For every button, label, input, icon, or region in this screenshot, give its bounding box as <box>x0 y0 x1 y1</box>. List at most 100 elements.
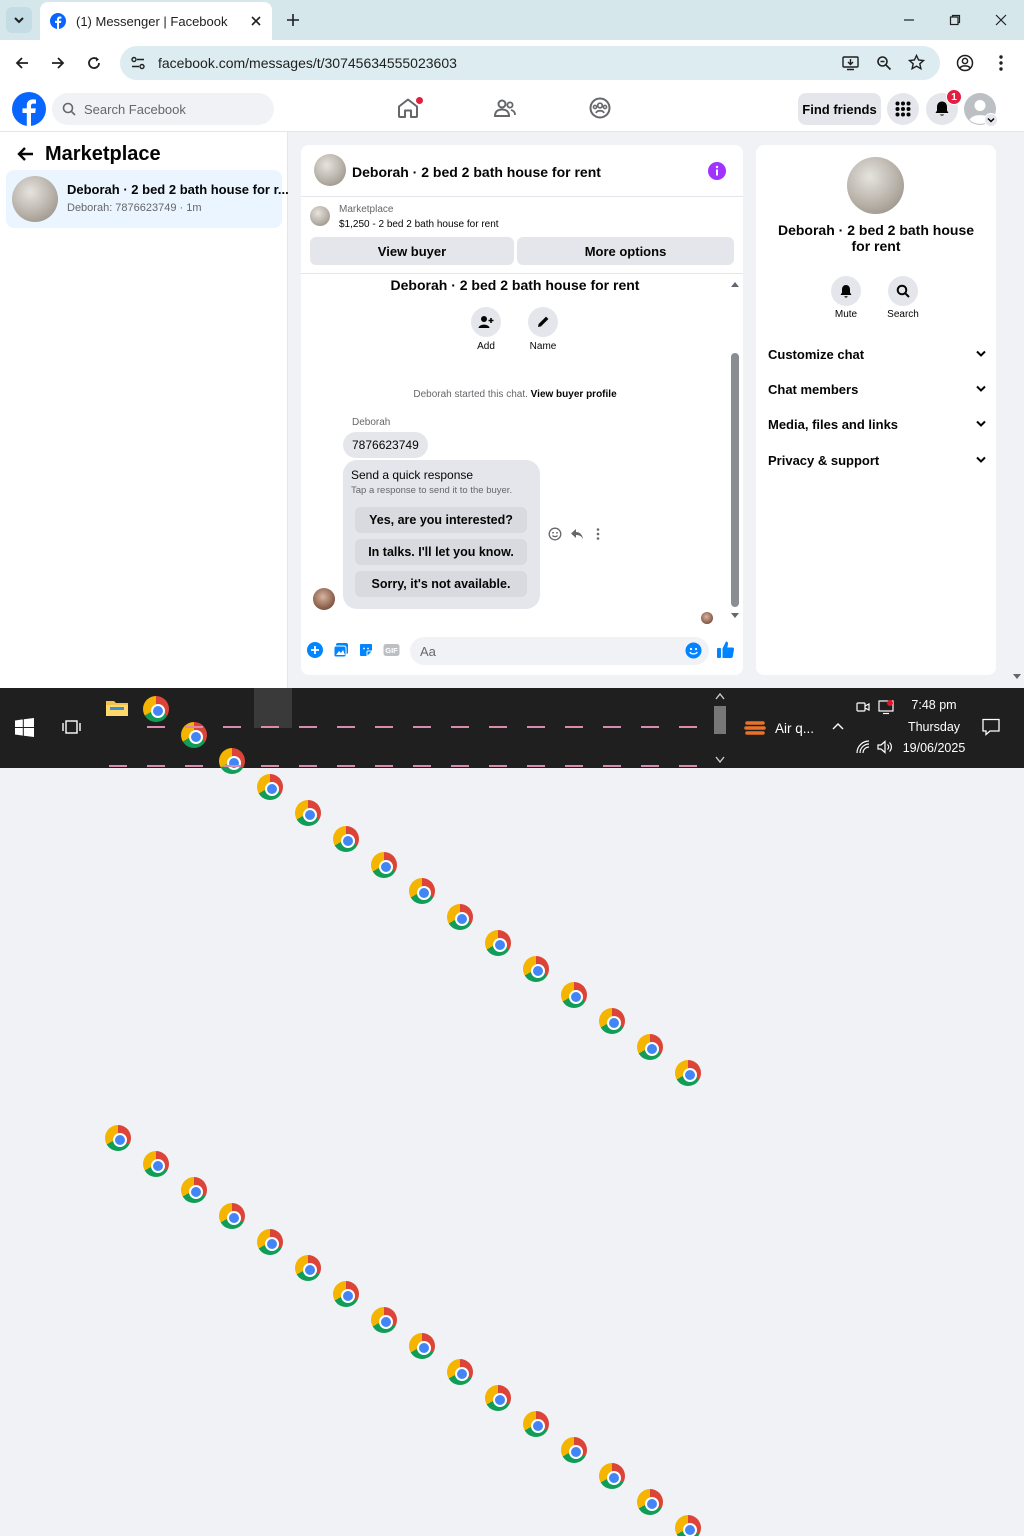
close-window-button[interactable] <box>978 0 1024 40</box>
more-options-button[interactable]: More options <box>517 237 734 265</box>
forward-button[interactable] <box>44 49 72 77</box>
minimize-button[interactable] <box>886 0 932 40</box>
chrome-window-icon[interactable] <box>637 1489 663 1515</box>
chrome-window-icon[interactable] <box>485 930 511 956</box>
react-emoji-icon[interactable] <box>548 527 562 541</box>
chrome-window-icon[interactable] <box>523 956 549 982</box>
chrome-window-icon[interactable] <box>371 852 397 878</box>
reload-button[interactable] <box>80 49 108 77</box>
taskbar-scroll-up-icon[interactable] <box>715 692 725 700</box>
section-customize-chat[interactable]: Customize chat <box>768 342 986 366</box>
chat-header-thumbnail[interactable] <box>314 154 346 186</box>
sticker-icon[interactable] <box>358 642 374 658</box>
gallery-icon[interactable] <box>333 642 349 658</box>
quick-response-option[interactable]: Yes, are you interested? <box>355 507 527 533</box>
chrome-window-icon[interactable] <box>561 982 587 1008</box>
chrome-window-icon[interactable] <box>409 1333 435 1359</box>
name-chat-button[interactable] <box>528 307 558 337</box>
plus-circle-icon[interactable] <box>307 642 323 658</box>
nav-home[interactable] <box>396 96 423 122</box>
back-arrow-icon[interactable] <box>16 146 34 162</box>
chrome-window-icon[interactable] <box>637 1034 663 1060</box>
chrome-window-icon[interactable] <box>447 1359 473 1385</box>
view-buyer-button[interactable]: View buyer <box>310 237 514 265</box>
chrome-window-icon[interactable] <box>333 826 359 852</box>
address-bar[interactable]: facebook.com/messages/t/3074563455502360… <box>120 46 940 80</box>
weather-text[interactable]: Air q... <box>775 721 814 736</box>
network-icon[interactable] <box>856 740 870 754</box>
back-button[interactable] <box>8 49 36 77</box>
chrome-window-icon[interactable] <box>409 878 435 904</box>
restore-button[interactable] <box>932 0 978 40</box>
bookmark-star-icon[interactable] <box>908 54 925 71</box>
conversation-item[interactable]: Deborah · 2 bed 2 bath house for r... De… <box>6 170 289 228</box>
section-media-files-links[interactable]: Media, files and links <box>768 412 986 436</box>
chrome-window-icon[interactable] <box>523 1411 549 1437</box>
message-bubble[interactable]: 7876623749 <box>343 432 428 458</box>
scroll-up-icon[interactable] <box>730 280 740 288</box>
section-privacy-support[interactable]: Privacy & support <box>768 448 986 472</box>
emoji-icon[interactable] <box>685 642 702 659</box>
chrome-window-icon[interactable] <box>599 1008 625 1034</box>
camera-icon[interactable] <box>856 700 870 714</box>
facebook-logo-icon[interactable] <box>12 92 46 126</box>
account-button[interactable] <box>964 93 998 127</box>
find-friends-button[interactable]: Find friends <box>798 93 881 125</box>
site-settings-icon[interactable] <box>130 55 146 71</box>
chrome-window-icon[interactable] <box>143 1151 169 1177</box>
chrome-window-icon[interactable] <box>219 1203 245 1229</box>
search-in-chat-button[interactable] <box>888 276 918 306</box>
screen-share-icon[interactable] <box>878 699 894 715</box>
nav-friends[interactable] <box>492 96 518 122</box>
message-input[interactable]: Aa <box>410 637 709 665</box>
add-people-button[interactable] <box>471 307 501 337</box>
chat-scrollbar-thumb[interactable] <box>731 353 739 607</box>
facebook-search-input[interactable]: Search Facebook <box>52 93 274 125</box>
sender-avatar[interactable] <box>313 588 335 610</box>
chrome-window-icon[interactable] <box>333 1281 359 1307</box>
windows-start-icon[interactable] <box>15 718 34 737</box>
chat-header-title[interactable]: Deborah · 2 bed 2 bath house for rent <box>352 164 601 180</box>
chrome-window-icon[interactable] <box>485 1385 511 1411</box>
air-quality-icon[interactable] <box>744 717 766 739</box>
chrome-window-icon[interactable] <box>295 1255 321 1281</box>
quick-response-option[interactable]: Sorry, it's not available. <box>355 571 527 597</box>
profile-icon[interactable] <box>956 54 974 72</box>
clock-time[interactable]: 7:48 pm <box>904 698 964 712</box>
chrome-window-icon[interactable] <box>675 1515 701 1536</box>
tab-search-button[interactable] <box>6 7 32 33</box>
chrome-window-icon[interactable] <box>371 1307 397 1333</box>
chrome-window-icon[interactable] <box>257 1229 283 1255</box>
chrome-window-icon[interactable] <box>219 748 245 774</box>
mute-button[interactable] <box>831 276 861 306</box>
chrome-window-icon[interactable] <box>181 1177 207 1203</box>
clock-day[interactable]: Thursday <box>904 720 964 734</box>
info-icon[interactable] <box>708 162 726 180</box>
new-tab-button[interactable] <box>282 9 304 31</box>
volume-icon[interactable] <box>877 740 893 754</box>
thumbs-up-icon[interactable] <box>716 640 735 659</box>
clock-date[interactable]: 19/06/2025 <box>900 741 968 755</box>
chrome-window-icon[interactable] <box>447 904 473 930</box>
chrome-window-icon[interactable] <box>561 1437 587 1463</box>
page-scroll-down-icon[interactable] <box>1012 673 1022 681</box>
menu-button[interactable] <box>887 93 919 125</box>
quick-response-option[interactable]: In talks. I'll let you know. <box>355 539 527 565</box>
chrome-window-icon[interactable] <box>105 1125 131 1151</box>
view-buyer-profile-link[interactable]: View buyer profile <box>531 389 617 400</box>
chrome-window-icon[interactable] <box>143 696 169 722</box>
taskbar-scrollbar-thumb[interactable] <box>714 706 726 734</box>
scroll-down-icon[interactable] <box>730 612 740 620</box>
nav-groups[interactable] <box>588 96 614 122</box>
chrome-window-icon[interactable] <box>599 1463 625 1489</box>
zoom-icon[interactable] <box>876 55 892 71</box>
notification-center-icon[interactable] <box>982 718 1000 736</box>
close-tab-icon[interactable] <box>250 15 262 27</box>
chevron-up-icon[interactable] <box>832 722 844 730</box>
file-explorer-icon[interactable] <box>106 698 128 716</box>
chrome-window-icon[interactable] <box>257 774 283 800</box>
chrome-window-icon[interactable] <box>295 800 321 826</box>
gif-icon[interactable]: GIF <box>383 642 400 658</box>
browser-menu-icon[interactable] <box>998 54 1004 72</box>
more-icon[interactable] <box>596 527 600 541</box>
